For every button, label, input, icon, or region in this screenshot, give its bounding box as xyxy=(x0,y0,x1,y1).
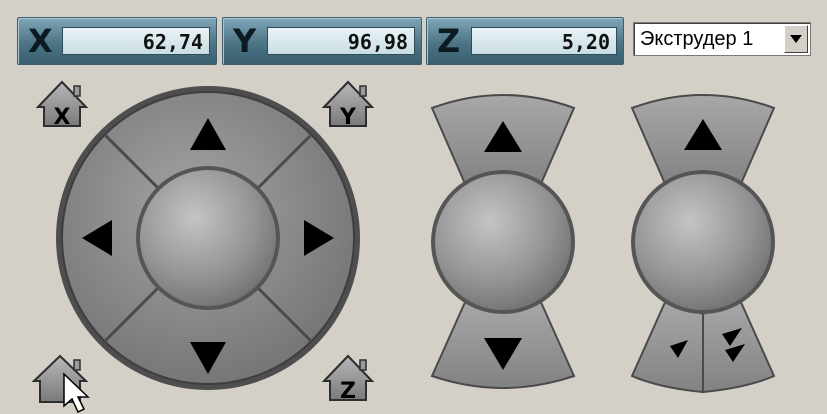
extruder-jog-column[interactable] xyxy=(0,0,827,414)
home-x-label: X xyxy=(54,105,71,130)
extruder-extrude-button[interactable] xyxy=(630,298,704,394)
home-z-label: Z xyxy=(340,379,356,404)
home-y-label: Y xyxy=(339,105,357,130)
extruder-center-button[interactable] xyxy=(635,174,771,310)
